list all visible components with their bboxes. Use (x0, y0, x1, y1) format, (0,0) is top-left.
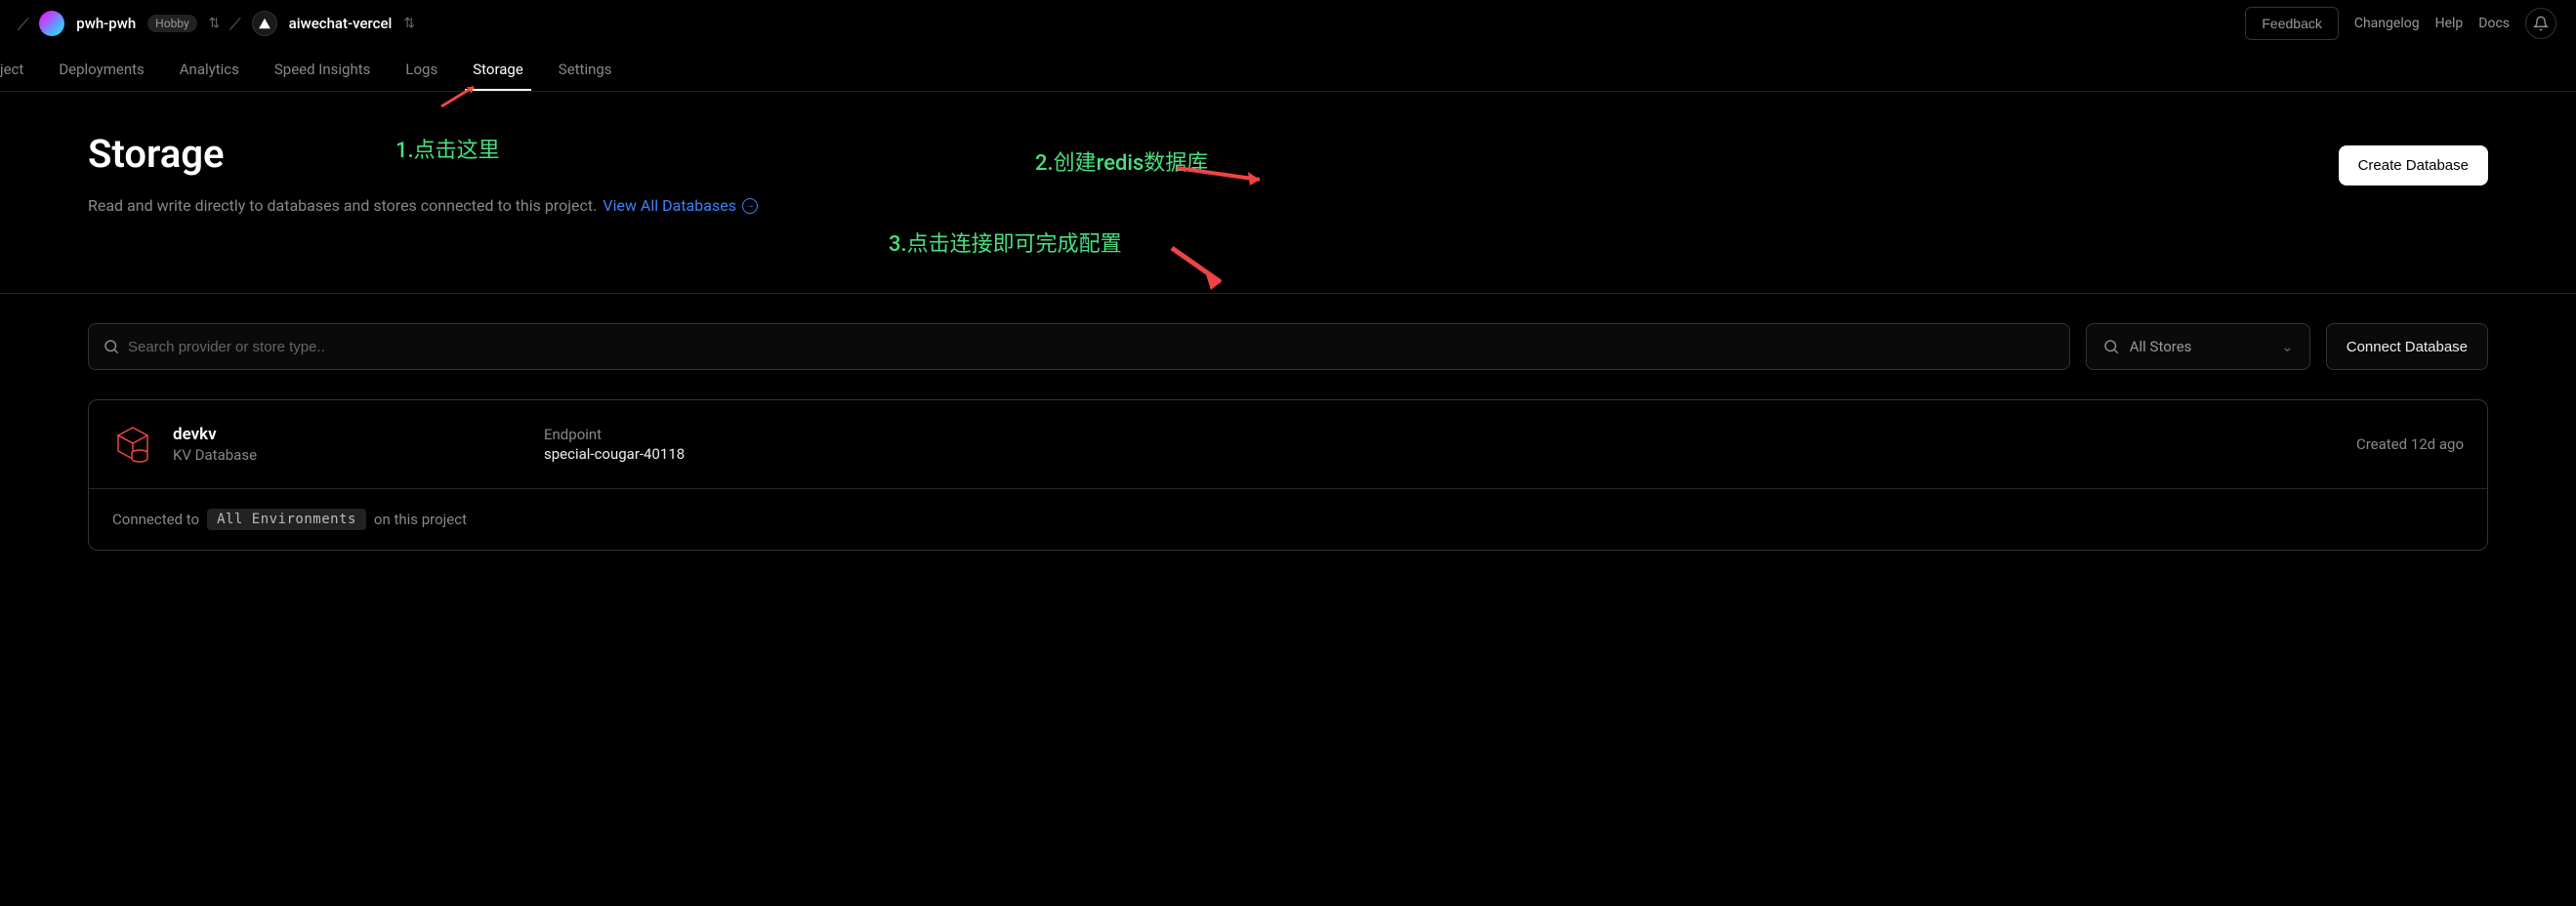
connect-database-button[interactable]: Connect Database (2326, 323, 2488, 370)
environment-tag: All Environments (207, 509, 366, 530)
tab-logs[interactable]: Logs (401, 49, 441, 90)
breadcrumb-separator: / (229, 11, 244, 35)
kv-database-icon (112, 424, 153, 465)
tab-deployments[interactable]: Deployments (55, 49, 147, 90)
stores-filter-label: All Stores (2130, 338, 2192, 355)
plan-badge: Hobby (147, 15, 197, 32)
tab-storage[interactable]: Storage (469, 49, 527, 90)
desc-text: Read and write directly to databases and… (88, 196, 597, 215)
search-icon (2102, 338, 2120, 355)
database-type: KV Database (173, 446, 524, 464)
database-card[interactable]: devkv KV Database Endpoint special-couga… (88, 399, 2488, 551)
connected-prefix: Connected to (112, 511, 199, 528)
org-switcher-icon[interactable]: ⇅ (209, 16, 221, 31)
breadcrumb: / pwh-pwh Hobby ⇅ / aiwechat-vercel ⇅ (20, 11, 415, 36)
help-link[interactable]: Help (2435, 16, 2464, 31)
tab-settings[interactable]: Settings (555, 49, 616, 90)
tab-speed-insights[interactable]: Speed Insights (270, 49, 375, 90)
page-description: Read and write directly to databases and… (88, 196, 2488, 215)
feedback-button[interactable]: Feedback (2245, 7, 2338, 40)
chevron-down-icon: ⌄ (2281, 338, 2294, 355)
tab-project-partial[interactable]: ject (0, 49, 27, 90)
breadcrumb-separator: / (16, 11, 31, 35)
page-title: Storage (88, 131, 2488, 177)
docs-link[interactable]: Docs (2478, 16, 2510, 31)
project-avatar[interactable] (252, 11, 277, 36)
connected-suffix: on this project (374, 511, 467, 528)
view-all-databases-link[interactable]: View All Databases → (602, 196, 758, 215)
search-input[interactable] (128, 339, 2056, 355)
search-icon (103, 338, 120, 355)
red-arrow-3 (1167, 243, 1235, 292)
org-name[interactable]: pwh-pwh (76, 15, 136, 32)
arrow-right-circle-icon: → (742, 198, 758, 214)
tab-analytics[interactable]: Analytics (176, 49, 243, 90)
org-avatar[interactable] (39, 11, 64, 36)
endpoint-value: special-cougar-40118 (544, 445, 2337, 463)
annotation-3: 3.点击连接即可完成配置 (889, 226, 1122, 258)
database-created: Created 12d ago (2356, 435, 2464, 453)
endpoint-label: Endpoint (544, 426, 2337, 443)
search-box[interactable] (88, 323, 2070, 370)
project-switcher-icon[interactable]: ⇅ (403, 16, 415, 31)
database-name: devkv (173, 425, 524, 444)
notifications-icon[interactable] (2525, 8, 2556, 39)
project-tabs: ject Deployments Analytics Speed Insight… (0, 47, 2576, 92)
changelog-link[interactable]: Changelog (2354, 16, 2420, 31)
view-all-label: View All Databases (602, 196, 736, 215)
top-links: Feedback Changelog Help Docs (2245, 7, 2556, 40)
project-name[interactable]: aiwechat-vercel (289, 15, 393, 32)
create-database-button[interactable]: Create Database (2339, 145, 2488, 185)
stores-filter-dropdown[interactable]: All Stores ⌄ (2086, 323, 2310, 370)
